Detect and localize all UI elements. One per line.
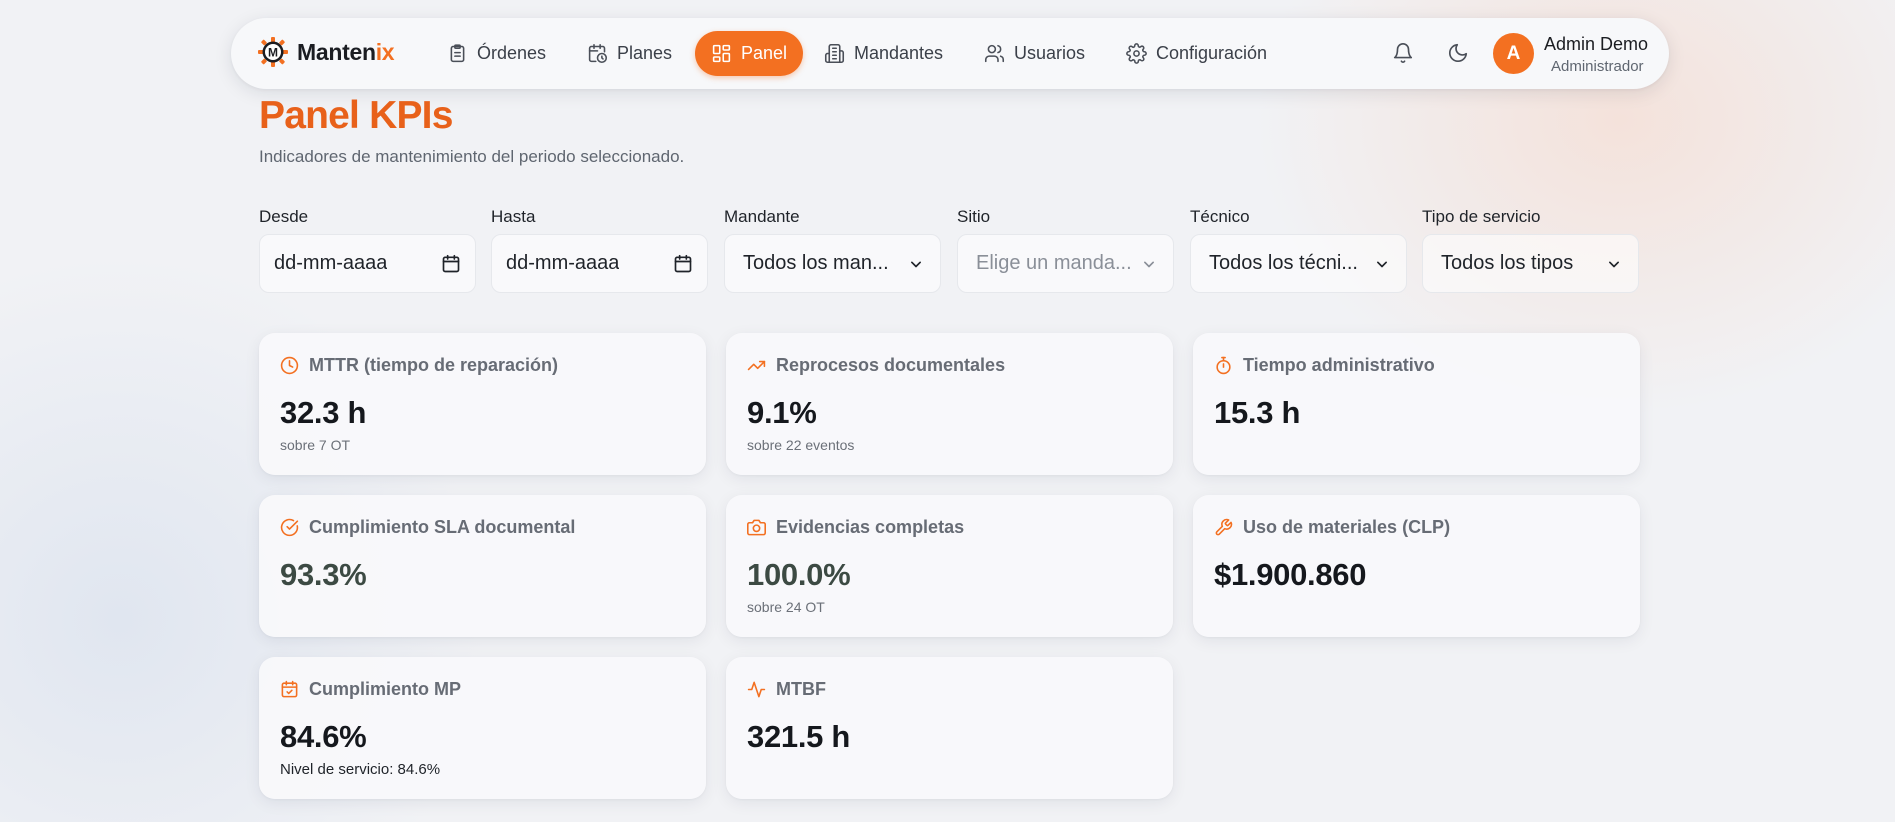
nav-item-label: Configuración bbox=[1156, 43, 1268, 63]
check-circle-icon bbox=[280, 518, 299, 537]
kpi-title: Cumplimiento MP bbox=[309, 679, 461, 699]
stopwatch-icon bbox=[1216, 356, 1231, 375]
kpi-title: MTBF bbox=[776, 679, 826, 699]
mandante-select[interactable]: Todos los man... bbox=[724, 234, 941, 293]
kpi-card-mttr: MTTR (tiempo de reparación) 32.3 h sobre… bbox=[259, 333, 706, 475]
calendar-check-icon bbox=[281, 680, 298, 698]
kpi-subtext: sobre 22 eventos bbox=[747, 437, 855, 453]
kpi-title: Tiempo administrativo bbox=[1243, 355, 1435, 375]
tecnico-select-value: Todos los técni... bbox=[1209, 252, 1358, 274]
top-navbar: M Mantenix Órdenes Planes Panel Mandante… bbox=[231, 18, 1669, 89]
dashboard-grid-icon bbox=[712, 44, 731, 63]
page-subtitle: Indicadores de mantenimiento del periodo… bbox=[259, 147, 685, 166]
building-icon bbox=[824, 43, 845, 64]
users-icon bbox=[984, 44, 1005, 63]
kpi-value: 15.3 h bbox=[1214, 395, 1301, 430]
calendar-clock-icon bbox=[588, 43, 608, 64]
date-to-input[interactable]: dd-mm-aaaa bbox=[491, 234, 708, 293]
filter-label-tipo-servicio: Tipo de servicio bbox=[1422, 207, 1541, 226]
kpi-value: 84.6% bbox=[280, 719, 367, 754]
chevron-down-icon bbox=[1377, 261, 1387, 267]
calendar-icon[interactable] bbox=[441, 254, 461, 274]
nav-item-ordenes[interactable]: Órdenes bbox=[447, 31, 546, 76]
kpi-card-mtbf: MTBF 321.5 h bbox=[726, 657, 1173, 799]
tecnico-select[interactable]: Todos los técni... bbox=[1190, 234, 1407, 293]
gear-icon bbox=[1126, 43, 1147, 64]
kpi-card-reprocesos: Reprocesos documentales 9.1% sobre 22 ev… bbox=[726, 333, 1173, 475]
nav-item-label: Mandantes bbox=[854, 43, 944, 63]
kpi-card-evidencias: Evidencias completas 100.0% sobre 24 OT bbox=[726, 495, 1173, 637]
clipboard-icon bbox=[450, 44, 465, 63]
kpi-title: Uso de materiales (CLP) bbox=[1243, 517, 1451, 537]
kpi-value: $1.900.860 bbox=[1214, 557, 1367, 592]
mantenix-gear-logo-icon: M bbox=[258, 37, 288, 67]
kpi-card-tiempo-administrativo: Tiempo administrativo 15.3 h bbox=[1193, 333, 1640, 475]
nav-item-label: Planes bbox=[617, 43, 673, 63]
activity-icon bbox=[747, 681, 766, 698]
sitio-select[interactable]: Elige un manda... bbox=[957, 234, 1174, 293]
clock-icon bbox=[280, 356, 299, 375]
kpi-card-sla-documental: Cumplimiento SLA documental 93.3% bbox=[259, 495, 706, 637]
nav-item-usuarios[interactable]: Usuarios bbox=[984, 31, 1085, 76]
nav-item-planes[interactable]: Planes bbox=[587, 31, 672, 76]
nav-item-mandantes[interactable]: Mandantes bbox=[824, 31, 943, 76]
moon-icon bbox=[1448, 43, 1468, 63]
nav-item-label: Usuarios bbox=[1014, 43, 1086, 63]
page-title: Panel KPIs bbox=[259, 94, 453, 137]
user-avatar[interactable]: A bbox=[1493, 33, 1534, 74]
theme-toggle-button[interactable] bbox=[1447, 42, 1471, 66]
nav-item-label: Órdenes bbox=[477, 43, 547, 63]
calendar-icon[interactable] bbox=[673, 254, 693, 274]
chevron-down-icon bbox=[1609, 261, 1619, 267]
nav-item-panel[interactable]: Panel bbox=[695, 31, 804, 76]
kpi-title: Evidencias completas bbox=[776, 517, 965, 537]
filter-label-hasta: Hasta bbox=[491, 207, 536, 226]
kpi-value: 321.5 h bbox=[747, 719, 851, 754]
nav-item-label: Panel bbox=[741, 43, 788, 63]
filter-label-sitio: Sitio bbox=[957, 207, 991, 226]
kpi-card-materiales: Uso de materiales (CLP) $1.900.860 bbox=[1193, 495, 1640, 637]
kpi-card-cumplimiento-mp: Cumplimiento MP 84.6% Nivel de servicio:… bbox=[259, 657, 706, 799]
kpi-subtext: sobre 7 OT bbox=[280, 437, 351, 453]
date-from-input[interactable]: dd-mm-aaaa bbox=[259, 234, 476, 293]
kpi-subtext: Nivel de servicio: 84.6% bbox=[280, 761, 441, 778]
kpi-value: 93.3% bbox=[280, 557, 367, 592]
filter-label-tecnico: Técnico bbox=[1190, 207, 1250, 226]
kpi-value: 9.1% bbox=[747, 395, 817, 430]
tipo-servicio-select-value: Todos los tipos bbox=[1441, 252, 1574, 274]
brand-logo-link[interactable]: M Mantenix bbox=[257, 36, 395, 68]
tipo-servicio-select[interactable]: Todos los tipos bbox=[1422, 234, 1639, 293]
chevron-down-icon bbox=[1144, 261, 1154, 267]
kpi-value: 100.0% bbox=[747, 557, 851, 592]
kpi-title: MTTR (tiempo de reparación) bbox=[309, 355, 559, 375]
sitio-select-value: Elige un manda... bbox=[976, 252, 1132, 274]
user-role: Administrador bbox=[1551, 58, 1644, 75]
kpi-value: 32.3 h bbox=[280, 395, 367, 430]
nav-item-configuracion[interactable]: Configuración bbox=[1126, 31, 1267, 76]
avatar-initial: A bbox=[1506, 42, 1521, 64]
brand-name: Mantenix bbox=[297, 38, 395, 65]
bell-icon bbox=[1393, 43, 1413, 63]
mandante-select-value: Todos los man... bbox=[743, 252, 889, 274]
kpi-subtext: sobre 24 OT bbox=[747, 599, 825, 615]
filter-label-mandante: Mandante bbox=[724, 207, 800, 226]
svg-text:M: M bbox=[268, 46, 278, 60]
kpi-title: Reprocesos documentales bbox=[776, 355, 1006, 375]
trending-up-icon bbox=[747, 360, 766, 371]
date-from-value: dd-mm-aaaa bbox=[274, 252, 388, 274]
chevron-down-icon bbox=[911, 261, 921, 267]
date-to-value: dd-mm-aaaa bbox=[506, 252, 620, 274]
filter-label-desde: Desde bbox=[259, 207, 309, 226]
notifications-button[interactable] bbox=[1392, 42, 1416, 66]
user-name: Admin Demo bbox=[1544, 34, 1649, 54]
camera-icon bbox=[747, 519, 766, 536]
kpi-title: Cumplimiento SLA documental bbox=[309, 517, 576, 537]
wrench-icon bbox=[1215, 518, 1233, 536]
